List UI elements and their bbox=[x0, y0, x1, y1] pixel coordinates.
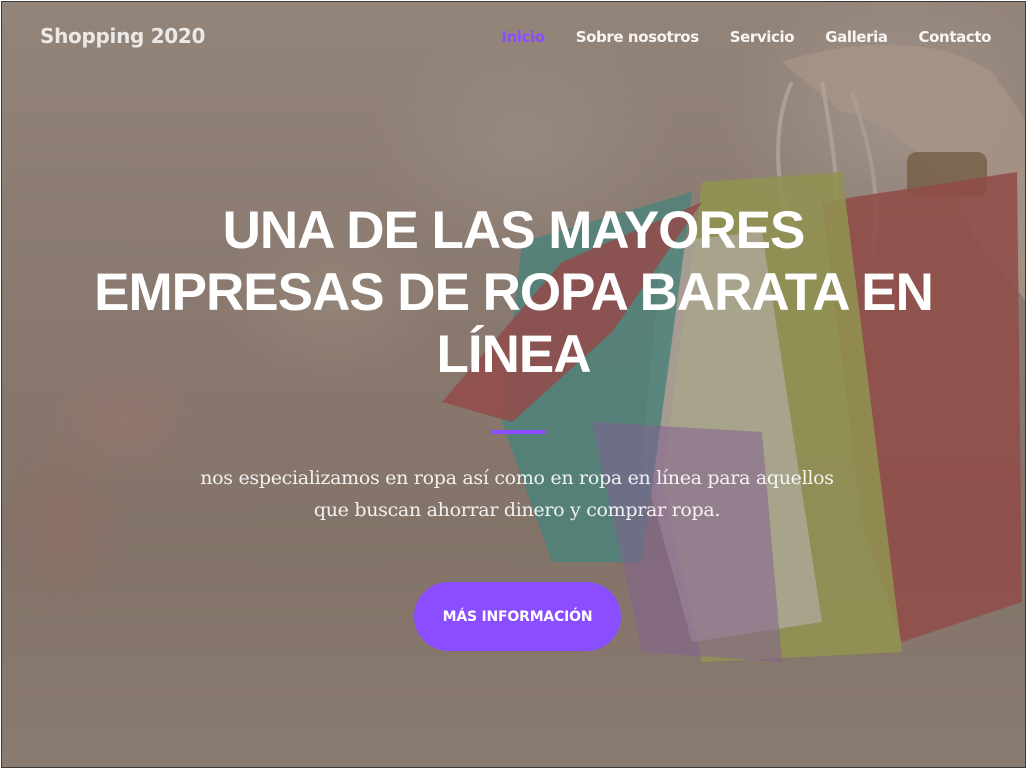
more-info-button[interactable]: MÁS INFORMACIÓN bbox=[414, 582, 621, 651]
page-frame: Shopping 2020 Inicio Sobre nosotros Serv… bbox=[1, 1, 1026, 768]
hero-title: UNA DE LAS MAYORES EMPRESAS DE ROPA BARA… bbox=[2, 200, 1025, 386]
nav-item-sobre-nosotros[interactable]: Sobre nosotros bbox=[576, 28, 699, 46]
nav-item-galleria[interactable]: Galleria bbox=[825, 28, 888, 46]
hero-title-line-2: EMPRESAS DE ROPA BARATA EN bbox=[94, 263, 934, 322]
main-nav: Inicio Sobre nosotros Servicio Galleria … bbox=[501, 28, 991, 46]
hero-title-line-1: UNA DE LAS MAYORES bbox=[222, 201, 806, 260]
nav-item-servicio[interactable]: Servicio bbox=[730, 28, 795, 46]
hero-divider bbox=[491, 430, 545, 434]
hero-subtitle: nos especializamos en ropa así como en r… bbox=[182, 462, 852, 526]
nav-item-inicio[interactable]: Inicio bbox=[501, 28, 545, 46]
hero-subtitle-line-1: nos especializamos en ropa así como en r… bbox=[200, 467, 834, 489]
brand-logo[interactable]: Shopping 2020 bbox=[40, 24, 205, 48]
nav-item-contacto[interactable]: Contacto bbox=[919, 28, 992, 46]
hero-subtitle-line-2: que buscan ahorrar dinero y comprar ropa… bbox=[313, 499, 721, 521]
hero-title-line-3: LÍNEA bbox=[436, 325, 592, 384]
